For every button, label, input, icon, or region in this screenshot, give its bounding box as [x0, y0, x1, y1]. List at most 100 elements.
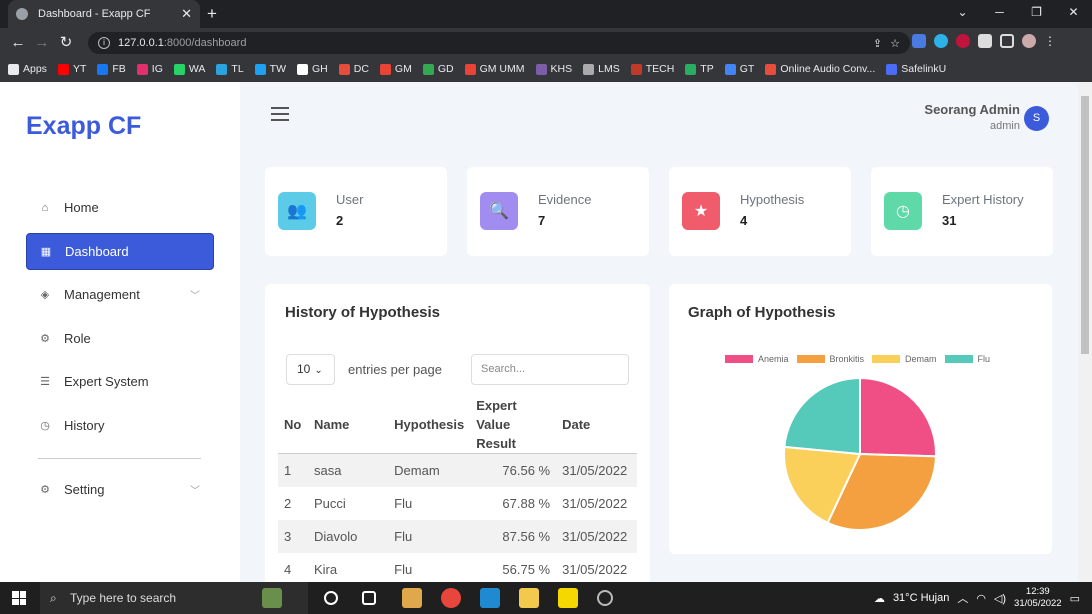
users-icon: 👥 — [278, 192, 316, 230]
bookmark-item[interactable]: Apps — [8, 63, 47, 75]
bookmark-item[interactable]: GM — [379, 63, 412, 75]
scrollbar-thumb[interactable] — [1081, 96, 1089, 354]
sidebar-item-expert-system[interactable]: ☰ Expert System — [26, 363, 214, 400]
minimize-icon[interactable]: ─ — [981, 0, 1018, 24]
sticky-notes-icon[interactable] — [558, 588, 578, 608]
app-logo[interactable]: Exapp CF — [26, 112, 141, 141]
bookmark-item[interactable]: TECH — [630, 63, 674, 75]
bookmark-item[interactable]: GT — [724, 63, 754, 75]
search-input[interactable]: Search... — [471, 354, 629, 385]
bookmark-label: KHS — [550, 63, 573, 75]
sidebar-divider — [38, 458, 201, 459]
column-header[interactable]: Date — [556, 396, 637, 454]
sidebar-item-dashboard[interactable]: ▦ Dashboard — [26, 232, 214, 270]
sidebar-item-label: Setting — [64, 482, 105, 497]
stat-card[interactable]: ◷ Expert History 31 — [871, 167, 1053, 256]
vscode-icon[interactable] — [480, 588, 500, 608]
bookmark-item[interactable]: YT — [57, 63, 86, 75]
clock[interactable]: 12:39 31/05/2022 — [1014, 586, 1062, 610]
weather-icon: ☁ — [873, 592, 885, 605]
pie-slice-anemia[interactable] — [859, 376, 937, 458]
sidepanel-icon[interactable] — [1000, 34, 1014, 48]
bookmark-item[interactable]: LMS — [583, 63, 620, 75]
bookmark-item[interactable]: TW — [254, 63, 286, 75]
table-cell: 31/05/2022 — [562, 495, 628, 511]
close-window-icon[interactable]: ✕ — [1055, 0, 1092, 24]
bookmark-item[interactable]: IG — [136, 63, 163, 75]
bookmark-item[interactable]: WA — [173, 63, 206, 75]
share-icon[interactable]: ⇪ — [873, 37, 882, 50]
restore-icon[interactable]: ❐ — [1018, 0, 1055, 24]
circle-extension-icon[interactable] — [934, 34, 948, 48]
site-info-icon[interactable]: i — [98, 37, 110, 49]
bookmark-favicon-icon — [136, 63, 148, 75]
column-header[interactable]: Hypothesis — [388, 396, 471, 454]
column-header[interactable]: Name — [307, 396, 389, 454]
file-explorer-icon[interactable] — [519, 588, 539, 608]
stat-card[interactable]: 👥 User 2 — [265, 167, 447, 256]
sidebar-item-role[interactable]: ⚙ Role — [26, 320, 214, 357]
translate-extension-icon[interactable] — [912, 34, 926, 48]
weather-text[interactable]: 31°C Hujan — [893, 592, 949, 604]
bookmark-item[interactable]: TL — [216, 63, 244, 75]
bookmark-item[interactable]: TP — [685, 63, 714, 75]
star-icon: ★ — [682, 192, 720, 230]
browser-tab[interactable]: Dashboard - Exapp CF ✕ — [8, 0, 200, 28]
bookmark-item[interactable]: SafelinkU — [886, 63, 946, 75]
sidebar-item-history[interactable]: ◷ History — [26, 407, 214, 444]
pen-app-icon[interactable] — [402, 588, 422, 608]
puzzle-extensions-icon[interactable] — [978, 34, 992, 48]
user-name: Seorang Admin — [924, 102, 1020, 117]
wifi-icon[interactable]: ◠ — [976, 592, 986, 605]
tab-search-icon[interactable]: ⌄ — [944, 0, 981, 24]
stat-card[interactable]: 🔍 Evidence 7 — [467, 167, 649, 256]
forward-icon[interactable]: → — [30, 34, 54, 51]
back-icon[interactable]: ← — [6, 34, 30, 51]
bookmark-item[interactable]: DC — [338, 63, 369, 75]
bookmark-item[interactable]: KHS — [535, 63, 573, 75]
obs-icon[interactable] — [597, 590, 613, 606]
cortana-icon[interactable] — [324, 591, 338, 605]
menu-kebab-icon[interactable]: ⋮ — [1044, 34, 1056, 48]
table-row[interactable]: 3 Diavolo Flu 87.56 % 31/05/2022 — [278, 519, 637, 553]
table-row[interactable]: 4 Kira Flu 56.75 % 31/05/2022 — [278, 553, 637, 583]
profile-avatar-icon[interactable] — [1022, 34, 1036, 48]
bookmark-star-icon[interactable]: ☆ — [890, 37, 900, 50]
column-header[interactable]: No — [278, 396, 308, 454]
search-icon: 🔍 — [480, 192, 518, 230]
bookmark-item[interactable]: GD — [422, 63, 454, 75]
close-tab-icon[interactable]: ✕ — [181, 6, 192, 22]
table-row[interactable]: 1 sasa Demam 76.56 % 31/05/2022 — [278, 453, 637, 487]
volume-icon[interactable]: ◁) — [994, 592, 1006, 605]
task-view-icon[interactable] — [362, 591, 376, 605]
bookmark-favicon-icon — [464, 63, 476, 75]
sidebar-item-setting[interactable]: ⚙ Setting ﹀ — [26, 471, 214, 508]
adblock-extension-icon[interactable] — [956, 34, 970, 48]
sidebar-item-home[interactable]: ⌂ Home — [26, 189, 214, 226]
page-scrollbar[interactable] — [1078, 82, 1092, 582]
sidebar-item-management[interactable]: ◈ Management ﹀ — [26, 276, 214, 313]
user-info[interactable]: Seorang Admin admin — [924, 102, 1020, 132]
chrome-icon[interactable] — [441, 588, 461, 608]
hamburger-menu-icon[interactable] — [271, 107, 289, 125]
sidebar-item-label: Home — [64, 200, 99, 215]
chevron-up-icon[interactable]: ︿ — [957, 590, 968, 606]
address-bar[interactable]: i 127.0.0.1:8000/dashboard ⇪ ☆ — [88, 32, 910, 54]
stat-card[interactable]: ★ Hypothesis 4 — [669, 167, 851, 256]
bookmark-item[interactable]: GM UMM — [464, 63, 525, 75]
pie-slice-flu[interactable] — [783, 376, 861, 456]
bookmark-item[interactable]: GH — [297, 63, 328, 75]
bookmark-item[interactable]: FB — [97, 63, 126, 75]
windows-start-icon[interactable] — [12, 591, 26, 605]
bookmark-label: WA — [188, 63, 206, 75]
column-header[interactable]: Expert Value Result — [470, 396, 557, 454]
avatar[interactable]: S — [1024, 106, 1049, 131]
reload-icon[interactable]: ↻ — [54, 33, 78, 51]
table-row[interactable]: 2 Pucci Flu 67.88 % 31/05/2022 — [278, 487, 637, 520]
bookmark-favicon-icon — [97, 63, 109, 75]
landscape-widget-icon[interactable] — [262, 588, 282, 608]
bookmark-item[interactable]: Online Audio Conv... — [765, 63, 875, 75]
new-tab-icon[interactable]: + — [207, 4, 217, 24]
notification-icon[interactable]: ▭ — [1070, 592, 1080, 605]
entries-select[interactable]: 10 ⌄ — [286, 354, 335, 385]
